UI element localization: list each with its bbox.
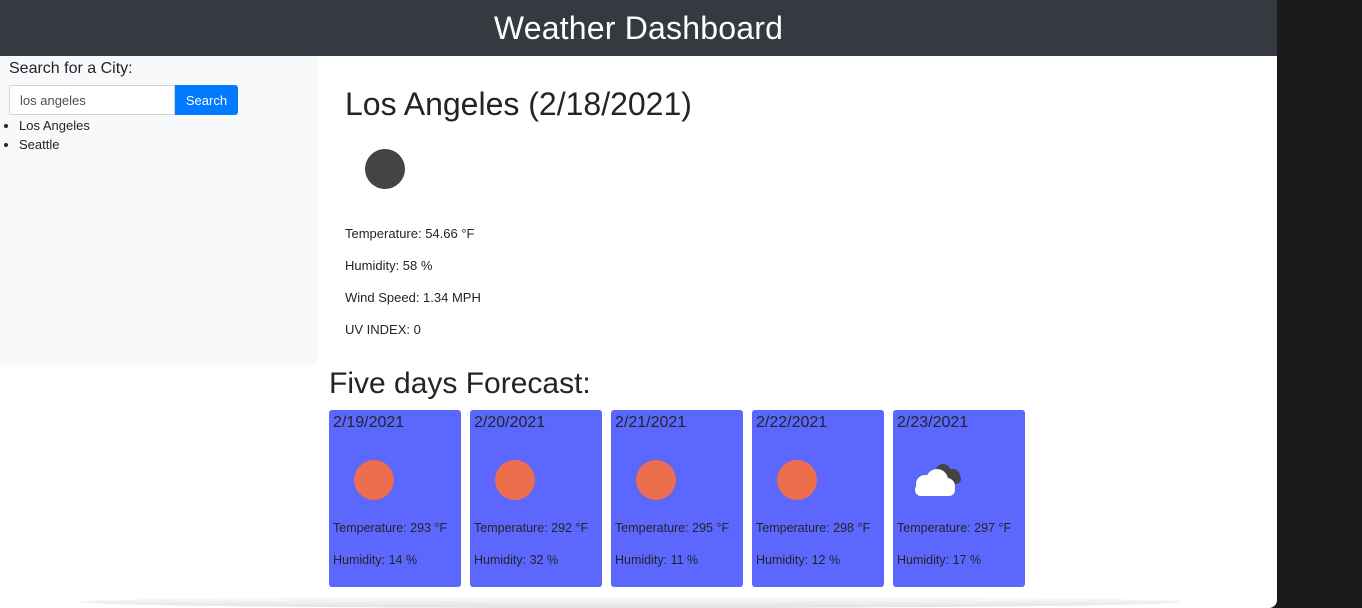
forecast-temperature: Temperature: 295 °F bbox=[615, 521, 730, 535]
forecast-humidity: Humidity: 12 % bbox=[756, 553, 841, 567]
forecast-humidity: Humidity: 17 % bbox=[897, 553, 982, 567]
search-label: Search for a City: bbox=[9, 60, 133, 77]
sun-icon bbox=[354, 460, 394, 500]
forecast-humidity: Humidity: 11 % bbox=[615, 553, 699, 567]
forecast-card: 2/20/2021 Temperature: 292 °F Humidity: … bbox=[470, 410, 602, 587]
search-button[interactable]: Search bbox=[175, 85, 238, 115]
current-weather: Los Angeles (2/18/2021) Temperature: 54.… bbox=[345, 86, 692, 338]
forecast-humidity: Humidity: 14 % bbox=[333, 553, 418, 567]
current-wind-speed: Wind Speed: 1.34 MPH bbox=[345, 290, 481, 305]
forecast-temperature: Temperature: 297 °F bbox=[897, 521, 1012, 535]
history-item-seattle[interactable]: Seattle bbox=[19, 135, 308, 154]
forecast-temperature: Temperature: 292 °F bbox=[474, 521, 589, 535]
forecast-date: 2/19/2021 bbox=[333, 414, 405, 431]
city-search-input[interactable] bbox=[9, 85, 175, 115]
sun-icon bbox=[636, 460, 676, 500]
forecast-card: 2/22/2021 Temperature: 298 °F Humidity: … bbox=[752, 410, 884, 587]
history-item-los-angeles[interactable]: Los Angeles bbox=[19, 116, 308, 135]
forecast-date: 2/20/2021 bbox=[474, 414, 546, 431]
page-title: Weather Dashboard bbox=[493, 9, 784, 46]
browser-window: Weather Dashboard Search for a City: Sea… bbox=[0, 0, 1277, 608]
forecast-date: 2/23/2021 bbox=[897, 414, 969, 431]
current-humidity: Humidity: 58 % bbox=[345, 258, 433, 273]
current-uv-index: UV INDEX: 0 bbox=[345, 322, 421, 337]
forecast-card: 2/19/2021 Temperature: 293 °F Humidity: … bbox=[329, 410, 461, 587]
forecast-card: 2/21/2021 Temperature: 295 °F Humidity: … bbox=[611, 410, 743, 587]
forecast-cards: 2/19/2021 Temperature: 293 °F Humidity: … bbox=[329, 410, 1025, 587]
sun-icon bbox=[777, 460, 817, 500]
forecast-temperature: Temperature: 298 °F bbox=[756, 521, 871, 535]
window-shadow bbox=[80, 596, 1180, 608]
forecast-title: Five days Forecast: bbox=[329, 367, 591, 400]
moon-icon bbox=[365, 149, 405, 189]
forecast-temperature: Temperature: 293 °F bbox=[333, 521, 448, 535]
forecast-date: 2/21/2021 bbox=[615, 414, 687, 431]
forecast-humidity: Humidity: 32 % bbox=[474, 553, 559, 567]
current-city-title: Los Angeles (2/18/2021) bbox=[345, 86, 692, 122]
forecast-card: 2/23/2021 Temperature: 297 °F Humidity: … bbox=[893, 410, 1025, 587]
search-sidebar: Search for a City: Search Los Angeles Se… bbox=[0, 56, 317, 365]
sun-icon bbox=[495, 460, 535, 500]
forecast-date: 2/22/2021 bbox=[756, 414, 828, 431]
current-temperature: Temperature: 54.66 °F bbox=[345, 226, 475, 241]
clouds-icon bbox=[909, 458, 969, 502]
search-row: Search bbox=[9, 85, 308, 115]
header-bar: Weather Dashboard bbox=[0, 0, 1277, 56]
search-history-list: Los Angeles Seattle bbox=[9, 116, 308, 154]
